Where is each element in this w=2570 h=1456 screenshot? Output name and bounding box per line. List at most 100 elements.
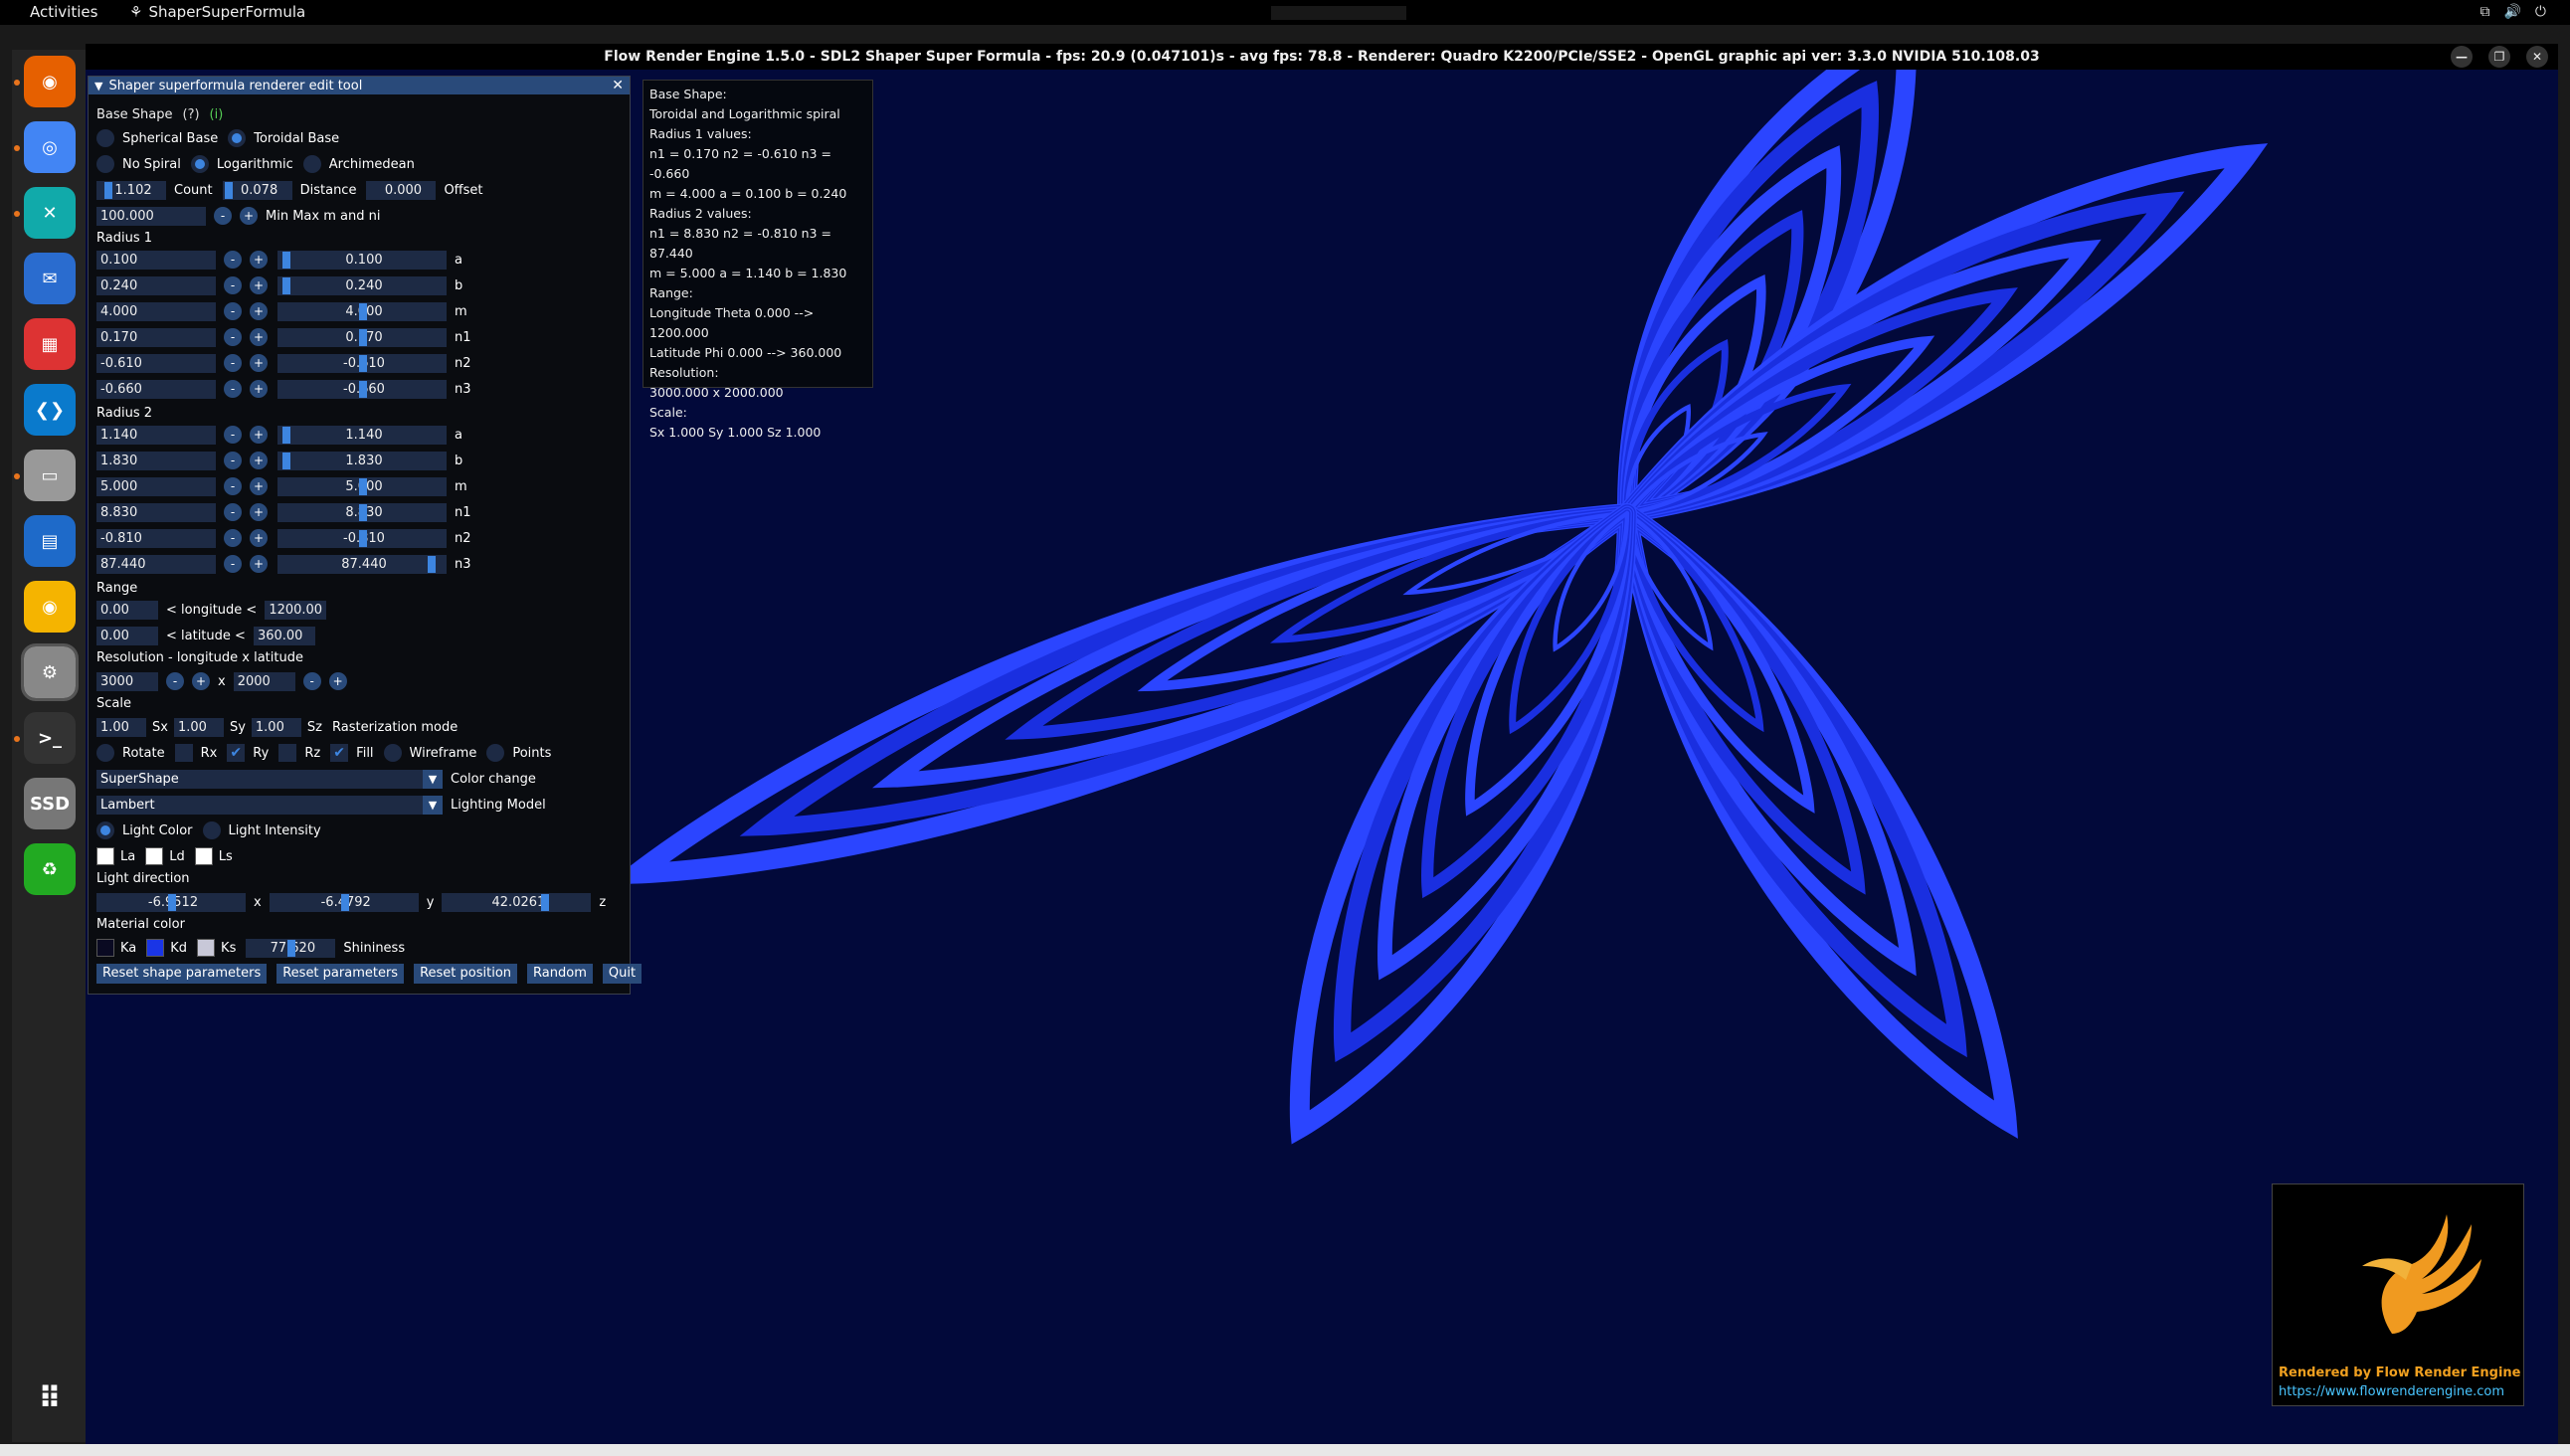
- rz-checkbox[interactable]: [278, 744, 297, 762]
- quit-button[interactable]: Quit: [602, 964, 642, 984]
- r1-n3-input[interactable]: -0.660: [96, 379, 216, 399]
- r2-n3-slider[interactable]: 87.440: [277, 554, 447, 574]
- r1-n2-slider[interactable]: -0.610: [277, 353, 447, 373]
- files-icon[interactable]: ▭: [24, 450, 76, 501]
- r2-m-input[interactable]: 5.000: [96, 476, 216, 496]
- latitude-max-input[interactable]: 360.00: [253, 626, 315, 645]
- spherical-radio[interactable]: [96, 129, 114, 147]
- r2-b-slider[interactable]: 1.830: [277, 451, 447, 470]
- r1-m-slider[interactable]: 4.000: [277, 301, 447, 321]
- firefox-icon[interactable]: ◉: [24, 56, 76, 107]
- color-app-icon[interactable]: ▦: [24, 318, 76, 370]
- r1-n2-plus[interactable]: +: [250, 354, 268, 372]
- rhythmbox-icon[interactable]: ◉: [24, 581, 76, 633]
- r2-b-minus[interactable]: -: [224, 452, 242, 469]
- res-latitude-input[interactable]: 2000: [233, 671, 295, 691]
- r2-n3-minus[interactable]: -: [224, 555, 242, 573]
- light-intensity-radio[interactable]: [202, 821, 221, 839]
- minmax-input[interactable]: 100.000: [96, 206, 206, 226]
- ka-swatch[interactable]: [96, 939, 114, 957]
- info-marker[interactable]: (i): [210, 107, 224, 122]
- ls-swatch[interactable]: [194, 847, 213, 865]
- r2-m-plus[interactable]: +: [250, 477, 268, 495]
- toroidal-radio[interactable]: [228, 129, 247, 147]
- r2-n1-plus[interactable]: +: [250, 503, 268, 521]
- chromium-icon[interactable]: ◎: [24, 121, 76, 173]
- r2-b-input[interactable]: 1.830: [96, 451, 216, 470]
- r1-a-input[interactable]: 0.100: [96, 250, 216, 270]
- r2-a-slider[interactable]: 1.140: [277, 425, 447, 445]
- light-z-slider[interactable]: 42.0261: [442, 892, 592, 912]
- close-icon[interactable]: ✕: [612, 78, 624, 93]
- r1-m-input[interactable]: 4.000: [96, 301, 216, 321]
- r1-n3-minus[interactable]: -: [224, 380, 242, 398]
- ssd-icon[interactable]: SSD: [24, 778, 76, 829]
- r1-n1-input[interactable]: 0.170: [96, 327, 216, 347]
- r2-n2-minus[interactable]: -: [224, 529, 242, 547]
- r1-n1-minus[interactable]: -: [224, 328, 242, 346]
- reset-position-button[interactable]: Reset position: [414, 964, 518, 984]
- system-tray[interactable]: ⧉ 🔊 ⏻: [2479, 4, 2546, 20]
- archimedean-radio[interactable]: [302, 155, 321, 173]
- offset-slider[interactable]: 0.000: [366, 180, 437, 200]
- maximize-button[interactable]: ❐: [2488, 46, 2510, 68]
- r2-n3-plus[interactable]: +: [250, 555, 268, 573]
- r2-m-minus[interactable]: -: [224, 477, 242, 495]
- ks-swatch[interactable]: [197, 939, 216, 957]
- res-lon-plus[interactable]: +: [192, 672, 210, 690]
- r1-n2-input[interactable]: -0.610: [96, 353, 216, 373]
- fill-checkbox[interactable]: ✔: [330, 744, 349, 762]
- reset-shape-parameters-button[interactable]: Reset shape parameters: [96, 964, 268, 984]
- collapse-icon[interactable]: ▼: [94, 80, 102, 92]
- latitude-min-input[interactable]: 0.00: [96, 626, 158, 645]
- r2-m-slider[interactable]: 5.000: [277, 476, 447, 496]
- longitude-max-input[interactable]: 1200.00: [265, 600, 327, 620]
- r2-n1-input[interactable]: 8.830: [96, 502, 216, 522]
- r1-n1-plus[interactable]: +: [250, 328, 268, 346]
- points-radio[interactable]: [486, 744, 505, 762]
- r2-b-plus[interactable]: +: [250, 452, 268, 469]
- kd-swatch[interactable]: [146, 939, 165, 957]
- r1-b-input[interactable]: 0.240: [96, 275, 216, 295]
- apps-grid-icon[interactable]: ⠿: [24, 1372, 76, 1424]
- rotate-radio[interactable]: [96, 744, 114, 762]
- r2-n2-input[interactable]: -0.810: [96, 528, 216, 548]
- r2-n2-plus[interactable]: +: [250, 529, 268, 547]
- r2-n3-input[interactable]: 87.440: [96, 554, 216, 574]
- sx-input[interactable]: 1.00: [96, 717, 146, 737]
- r2-n2-slider[interactable]: -0.810: [277, 528, 447, 548]
- ry-checkbox[interactable]: ✔: [227, 744, 246, 762]
- r1-a-slider[interactable]: 0.100: [277, 250, 447, 270]
- thunderbird-icon[interactable]: ✉: [24, 253, 76, 304]
- no-spiral-radio[interactable]: [96, 155, 114, 173]
- lighting-model-combo[interactable]: Lambert ▼: [96, 795, 443, 815]
- rx-checkbox[interactable]: [174, 744, 193, 762]
- res-lat-minus[interactable]: -: [302, 672, 321, 690]
- r1-b-slider[interactable]: 0.240: [277, 275, 447, 295]
- wireframe-radio[interactable]: [383, 744, 402, 762]
- res-lat-plus[interactable]: +: [328, 672, 347, 690]
- r2-a-minus[interactable]: -: [224, 426, 242, 444]
- app-menu[interactable]: ⚘ ShaperSuperFormula: [129, 3, 305, 21]
- clock[interactable]: [1271, 6, 1406, 20]
- res-lon-minus[interactable]: -: [166, 672, 184, 690]
- panel-header[interactable]: ▼ Shaper superformula renderer edit tool…: [89, 77, 630, 94]
- ld-swatch[interactable]: [145, 847, 164, 865]
- r1-n3-plus[interactable]: +: [250, 380, 268, 398]
- r1-m-plus[interactable]: +: [250, 302, 268, 320]
- r2-a-input[interactable]: 1.140: [96, 425, 216, 445]
- logarithmic-radio[interactable]: [190, 155, 209, 173]
- longitude-min-input[interactable]: 0.00: [96, 600, 158, 620]
- r1-b-minus[interactable]: -: [224, 276, 242, 294]
- r1-n1-slider[interactable]: 0.170: [277, 327, 447, 347]
- color-change-combo[interactable]: SuperShape ▼: [96, 769, 443, 789]
- count-slider[interactable]: 1.102: [96, 180, 166, 200]
- la-swatch[interactable]: [96, 847, 114, 865]
- light-x-slider[interactable]: -6.9512: [96, 892, 246, 912]
- close-button[interactable]: ✕: [2526, 46, 2548, 68]
- reset-parameters-button[interactable]: Reset parameters: [276, 964, 405, 984]
- distance-slider[interactable]: 0.078: [222, 180, 292, 200]
- help-marker[interactable]: (?): [183, 107, 200, 122]
- vscode-icon[interactable]: ❮❯: [24, 384, 76, 436]
- r2-n1-slider[interactable]: 8.830: [277, 502, 447, 522]
